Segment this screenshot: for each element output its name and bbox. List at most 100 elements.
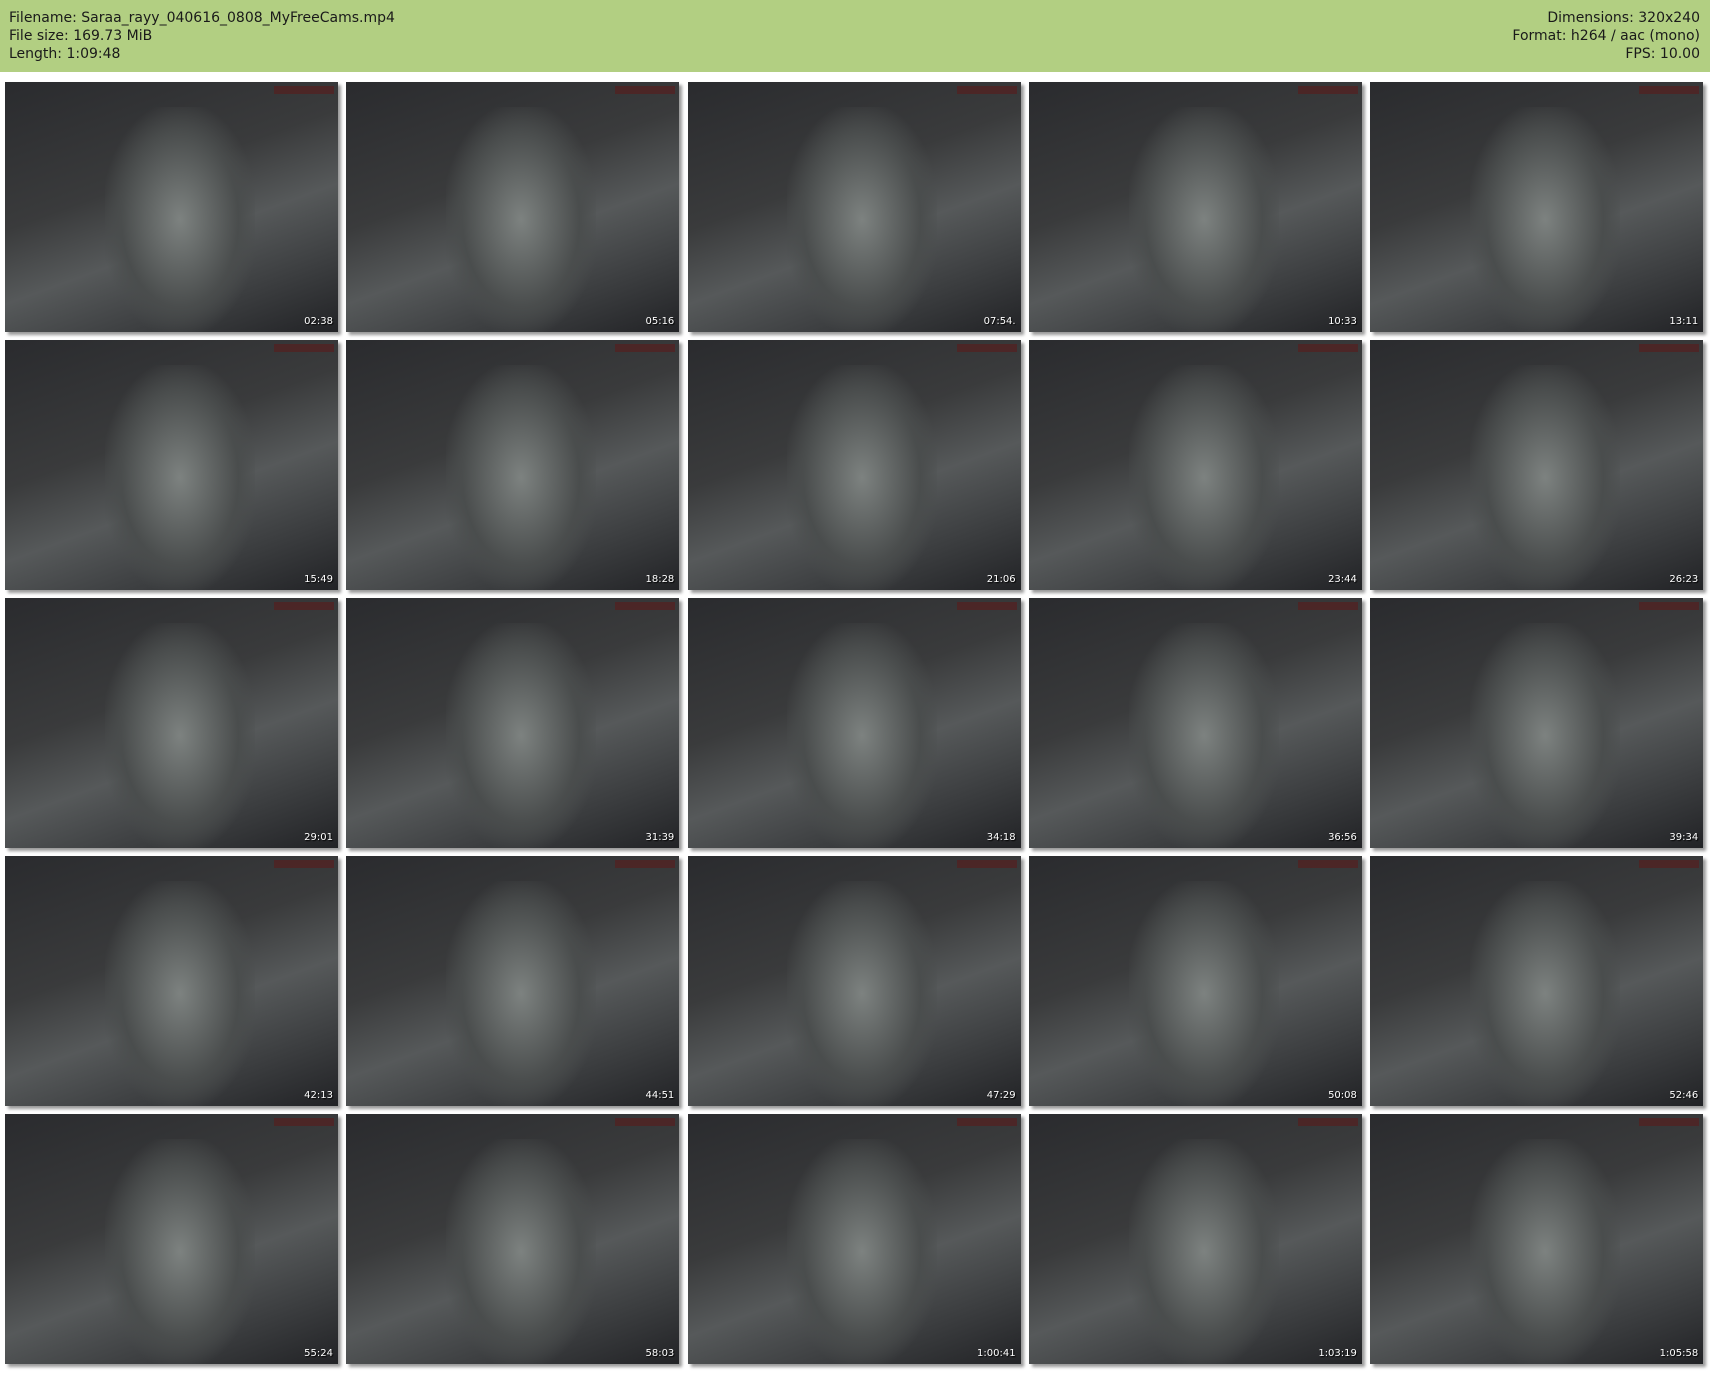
video-thumbnail: 21:06 — [687, 340, 1021, 590]
timestamp: 1:00:41 — [977, 1348, 1016, 1359]
watermark — [615, 344, 676, 352]
frame-image — [104, 623, 255, 848]
watermark — [274, 86, 334, 94]
watermark — [1297, 602, 1358, 610]
timestamp: 10:33 — [1328, 316, 1357, 327]
timestamp: 52:46 — [1669, 1090, 1699, 1101]
frame-image — [104, 107, 255, 332]
timestamp: 1:03:19 — [1318, 1348, 1357, 1359]
video-thumbnail: 36:56 — [1028, 598, 1362, 848]
video-thumbnail: 47:29 — [687, 856, 1021, 1106]
video-thumbnail: 1:03:19 — [1028, 1114, 1362, 1364]
timestamp: 50:08 — [1328, 1090, 1357, 1101]
frame-image — [787, 881, 938, 1106]
video-thumbnail: 29:01 — [5, 598, 338, 848]
video-thumbnail: 18:28 — [346, 340, 680, 590]
length-text: Length: 1:09:48 — [9, 46, 121, 62]
timestamp: 31:39 — [645, 832, 675, 843]
video-thumbnail: 58:03 — [346, 1114, 680, 1364]
watermark — [615, 86, 676, 94]
frame-image — [104, 881, 255, 1106]
timestamp: 39:34 — [1669, 832, 1699, 843]
timestamp: 21:06 — [986, 574, 1016, 585]
filesize-text: File size: 169.73 MiB — [9, 28, 153, 44]
watermark — [615, 1118, 676, 1126]
watermark — [956, 860, 1017, 868]
timestamp: 05:16 — [645, 316, 675, 327]
filename-text: Filename: Saraa_rayy_040616_0808_MyFreeC… — [9, 10, 395, 26]
header-left: Filename: Saraa_rayy_040616_0808_MyFreeC… — [9, 9, 395, 63]
timestamp: 47:29 — [986, 1090, 1016, 1101]
video-thumbnail: 1:00:41 — [687, 1114, 1021, 1364]
video-thumbnail: 44:51 — [346, 856, 680, 1106]
timestamp: 15:49 — [304, 574, 333, 585]
watermark — [1639, 602, 1700, 610]
timestamp: 18:28 — [645, 574, 675, 585]
video-thumbnail: 07:54. — [687, 82, 1021, 332]
frame-image — [104, 1139, 255, 1364]
video-thumbnail: 39:34 — [1370, 598, 1704, 848]
fps-text: FPS: 10.00 — [1625, 46, 1700, 62]
frame-image — [1128, 881, 1279, 1106]
video-thumbnail: 1:05:58 — [1370, 1114, 1704, 1364]
format-text: Format: h264 / aac (mono) — [1512, 28, 1700, 44]
frame-image — [1470, 881, 1620, 1106]
frame-image — [787, 107, 938, 332]
frame-image — [787, 1139, 938, 1364]
watermark — [1297, 86, 1358, 94]
timestamp: 58:03 — [645, 1348, 675, 1359]
frame-image — [1470, 107, 1620, 332]
timestamp: 02:38 — [304, 316, 333, 327]
frame-image — [446, 107, 597, 332]
frame-image — [1128, 623, 1279, 848]
watermark — [615, 860, 676, 868]
watermark — [956, 602, 1017, 610]
watermark — [1639, 344, 1700, 352]
watermark — [1639, 860, 1700, 868]
timestamp: 42:13 — [304, 1090, 333, 1101]
timestamp: 26:23 — [1669, 574, 1699, 585]
watermark — [956, 86, 1017, 94]
watermark — [1639, 86, 1700, 94]
watermark — [615, 602, 676, 610]
video-thumbnail: 50:08 — [1028, 856, 1362, 1106]
video-thumbnail: 10:33 — [1028, 82, 1362, 332]
frame-image — [1128, 1139, 1279, 1364]
watermark — [1297, 1118, 1358, 1126]
video-thumbnail: 34:18 — [687, 598, 1021, 848]
frame-image — [104, 365, 255, 590]
watermark — [956, 1118, 1017, 1126]
watermark — [1297, 860, 1358, 868]
video-thumbnail: 02:38 — [5, 82, 338, 332]
video-thumbnail: 13:11 — [1370, 82, 1704, 332]
watermark — [956, 344, 1017, 352]
watermark — [274, 602, 334, 610]
frame-image — [787, 365, 938, 590]
video-thumbnail: 05:16 — [346, 82, 680, 332]
watermark — [1297, 344, 1358, 352]
timestamp: 44:51 — [645, 1090, 675, 1101]
frame-image — [1470, 365, 1620, 590]
frame-image — [446, 623, 597, 848]
video-thumbnail: 55:24 — [5, 1114, 338, 1364]
watermark — [1639, 1118, 1700, 1126]
info-header: Filename: Saraa_rayy_040616_0808_MyFreeC… — [0, 0, 1710, 72]
timestamp: 55:24 — [304, 1348, 333, 1359]
video-thumbnail: 52:46 — [1370, 856, 1704, 1106]
timestamp: 29:01 — [304, 832, 333, 843]
timestamp: 36:56 — [1328, 832, 1357, 843]
frame-image — [446, 881, 597, 1106]
watermark — [274, 860, 334, 868]
frame-image — [787, 623, 938, 848]
header-right: Dimensions: 320x240 Format: h264 / aac (… — [1512, 9, 1700, 63]
video-thumbnail: 23:44 — [1028, 340, 1362, 590]
video-thumbnail: 31:39 — [346, 598, 680, 848]
video-thumbnail: 42:13 — [5, 856, 338, 1106]
timestamp: 23:44 — [1328, 574, 1357, 585]
frame-image — [446, 1139, 597, 1364]
video-thumbnail: 15:49 — [5, 340, 338, 590]
timestamp: 13:11 — [1669, 316, 1699, 327]
frame-image — [1470, 1139, 1620, 1364]
timestamp: 1:05:58 — [1659, 1348, 1699, 1359]
timestamp: 07:54. — [983, 316, 1016, 327]
